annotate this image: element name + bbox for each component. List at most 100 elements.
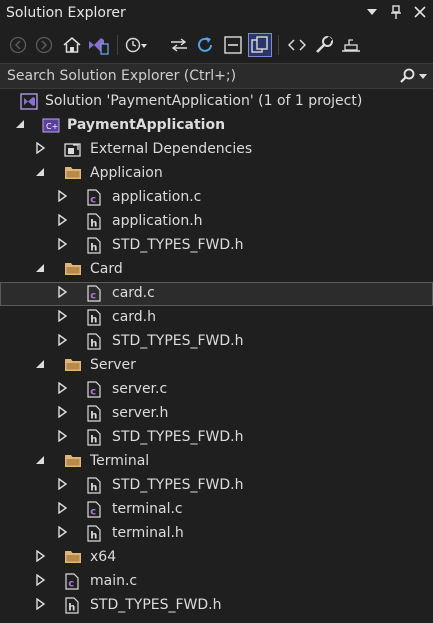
folder-icon xyxy=(64,357,81,374)
tree-row-file[interactable]: h card.h xyxy=(0,306,433,330)
folder-icon xyxy=(64,261,81,278)
tree-item-label: STD_TYPES_FWD.h xyxy=(112,477,244,493)
tree-row-file[interactable]: c application.c xyxy=(0,186,433,210)
show-all-files-icon[interactable] xyxy=(248,33,272,57)
svg-text:c: c xyxy=(68,579,74,590)
tree-item-label: terminal.c xyxy=(112,501,183,517)
search-options-chevron-icon[interactable] xyxy=(418,69,428,85)
tree-item-label: STD_TYPES_FWD.h xyxy=(112,333,244,349)
collapsed-arrow-icon[interactable] xyxy=(56,381,70,396)
tree-row-folder-applicaion[interactable]: Applicaion xyxy=(0,162,433,186)
tree-item-label: application.c xyxy=(112,189,202,205)
pending-changes-filter-icon[interactable] xyxy=(124,33,148,57)
collapsed-arrow-icon[interactable] xyxy=(56,285,70,300)
header-file-icon: h xyxy=(86,477,103,494)
expanded-arrow-icon[interactable] xyxy=(34,262,48,276)
svg-text:h: h xyxy=(90,531,97,542)
tree-item-label: card.c xyxy=(112,285,155,301)
search-icon[interactable] xyxy=(399,68,415,88)
svg-text:h: h xyxy=(90,435,97,446)
title-bar: Solution Explorer xyxy=(0,0,433,27)
tree-row-solution[interactable]: Solution 'PaymentApplication' (1 of 1 pr… xyxy=(0,90,433,114)
expanded-arrow-icon[interactable] xyxy=(14,118,28,132)
collapsed-arrow-icon[interactable] xyxy=(56,501,70,516)
svg-text:h: h xyxy=(68,603,75,614)
pin-icon[interactable] xyxy=(389,4,403,20)
c-file-icon: c xyxy=(64,573,81,590)
collapse-all-icon[interactable] xyxy=(221,33,245,57)
tree-item-label: card.h xyxy=(112,309,156,325)
collapsed-arrow-icon[interactable] xyxy=(34,549,48,564)
chevron-down-icon[interactable] xyxy=(365,4,379,20)
tree-row-file[interactable]: h STD_TYPES_FWD.h xyxy=(0,426,433,450)
back-icon[interactable] xyxy=(6,33,30,57)
tree-row-file[interactable]: c main.c xyxy=(0,570,433,594)
tree-row-file[interactable]: h STD_TYPES_FWD.h xyxy=(0,474,433,498)
header-file-icon: h xyxy=(64,597,81,614)
header-file-icon: h xyxy=(86,429,103,446)
tree-row-folder-server[interactable]: Server xyxy=(0,354,433,378)
properties-wrench-icon[interactable] xyxy=(312,33,336,57)
tree-row-folder-card[interactable]: Card xyxy=(0,258,433,282)
tree-row-folder-x64[interactable]: x64 xyxy=(0,546,433,570)
tree-row-file[interactable]: h STD_TYPES_FWD.h xyxy=(0,234,433,258)
tree-item-label: STD_TYPES_FWD.h xyxy=(90,597,222,613)
expanded-arrow-icon[interactable] xyxy=(34,454,48,468)
tree-row-project[interactable]: C+ PaymentApplication xyxy=(0,114,433,138)
forward-icon[interactable] xyxy=(32,33,56,57)
c-file-icon: c xyxy=(86,501,103,518)
svg-text:h: h xyxy=(90,339,97,350)
tree-row-file[interactable]: c server.c xyxy=(0,378,433,402)
switch-views-icon[interactable] xyxy=(86,33,110,57)
search-bar[interactable]: Search Solution Explorer (Ctrl+;) xyxy=(0,63,433,89)
svg-text:c: c xyxy=(90,195,96,206)
svg-text:h: h xyxy=(90,483,97,494)
header-file-icon: h xyxy=(86,309,103,326)
c-file-icon: c xyxy=(86,189,103,206)
sync-with-active-document-icon[interactable] xyxy=(167,33,191,57)
search-input[interactable]: Search Solution Explorer (Ctrl+;) xyxy=(7,68,236,84)
tree-row-file[interactable]: h STD_TYPES_FWD.h xyxy=(0,594,433,618)
collapsed-arrow-icon[interactable] xyxy=(34,141,48,156)
tree-item-label: server.c xyxy=(112,381,168,397)
tree-row-file[interactable]: c terminal.c xyxy=(0,498,433,522)
svg-text:C+: C+ xyxy=(46,122,58,131)
expanded-arrow-icon[interactable] xyxy=(34,358,48,372)
collapsed-arrow-icon[interactable] xyxy=(56,429,70,444)
collapsed-arrow-icon[interactable] xyxy=(34,597,48,612)
collapsed-arrow-icon[interactable] xyxy=(56,237,70,252)
collapsed-arrow-icon[interactable] xyxy=(34,573,48,588)
collapsed-arrow-icon[interactable] xyxy=(56,525,70,540)
refresh-icon[interactable] xyxy=(193,33,217,57)
window-controls xyxy=(365,4,427,20)
header-file-icon: h xyxy=(86,405,103,422)
preview-selected-items-icon[interactable] xyxy=(339,33,363,57)
tree-row-folder-terminal[interactable]: Terminal xyxy=(0,450,433,474)
tree-row-external-dependencies[interactable]: External Dependencies xyxy=(0,138,433,162)
collapsed-arrow-icon[interactable] xyxy=(56,477,70,492)
tree-row-file-selected[interactable]: c card.c xyxy=(0,282,433,306)
expanded-arrow-icon[interactable] xyxy=(34,166,48,180)
tree-item-label: External Dependencies xyxy=(90,141,253,157)
tree-row-file[interactable]: h application.h xyxy=(0,210,433,234)
svg-text:h: h xyxy=(90,243,97,254)
tree-item-label: STD_TYPES_FWD.h xyxy=(112,237,244,253)
folder-icon xyxy=(64,549,81,566)
view-code-icon[interactable] xyxy=(285,33,309,57)
home-icon[interactable] xyxy=(60,33,84,57)
collapsed-arrow-icon[interactable] xyxy=(56,333,70,348)
solution-icon xyxy=(20,93,38,110)
svg-text:c: c xyxy=(90,507,96,518)
toolbar xyxy=(0,27,433,63)
collapsed-arrow-icon[interactable] xyxy=(56,189,70,204)
collapsed-arrow-icon[interactable] xyxy=(56,309,70,324)
tree-row-file[interactable]: h STD_TYPES_FWD.h xyxy=(0,330,433,354)
tree-row-file[interactable]: h server.h xyxy=(0,402,433,426)
tree-item-label: server.h xyxy=(112,405,169,421)
collapsed-arrow-icon[interactable] xyxy=(56,405,70,420)
project-label: PaymentApplication xyxy=(67,117,226,133)
collapsed-arrow-icon[interactable] xyxy=(56,213,70,228)
tree-row-file[interactable]: h terminal.h xyxy=(0,522,433,546)
close-icon[interactable] xyxy=(413,4,427,20)
tree-item-label: terminal.h xyxy=(112,525,184,541)
